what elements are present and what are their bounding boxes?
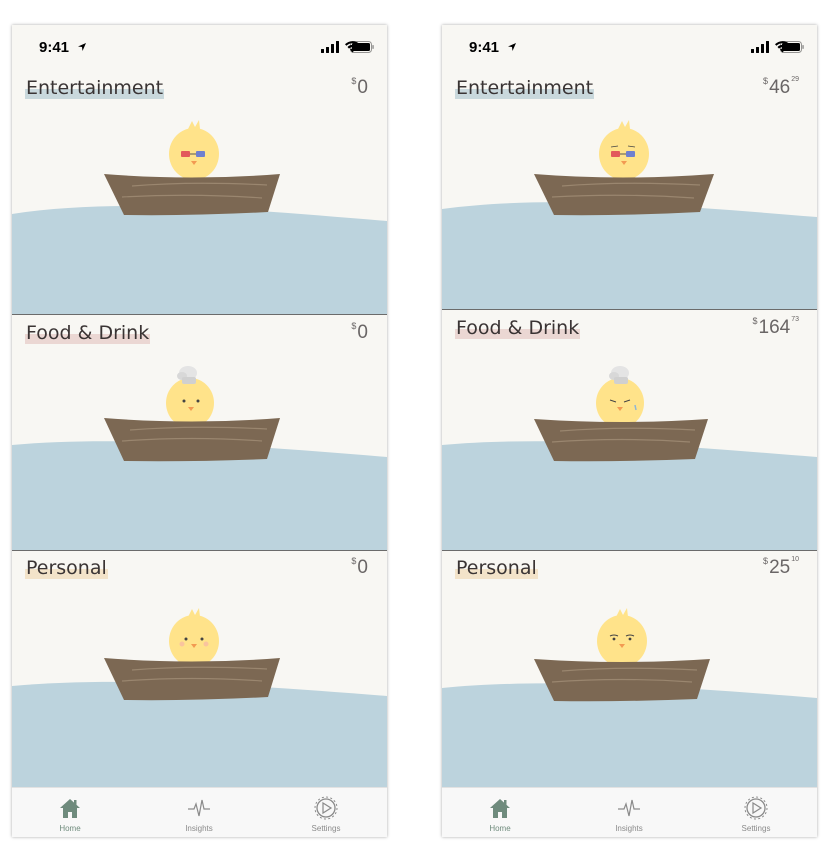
category-title: Personal: [455, 557, 538, 579]
category-title: Entertainment: [25, 77, 165, 99]
amount-dollars: 46: [769, 77, 791, 98]
category-panel-personal[interactable]: Personal $0: [12, 551, 387, 787]
category-panel-entertainment[interactable]: Entertainment $4629: [442, 69, 817, 310]
settings-icon: [744, 796, 768, 820]
phone-screen-right: 9:41 Entertainment $4629 Food & Drink $1…: [442, 25, 817, 837]
currency-symbol: $: [351, 321, 357, 331]
category-title: Personal: [25, 557, 108, 579]
food-drink-scene: [442, 366, 817, 550]
amount-dollars: 0: [357, 557, 368, 578]
battery-icon: [780, 41, 804, 53]
status-time: 9:41: [469, 39, 500, 56]
entertainment-scene: [12, 120, 387, 314]
category-amount: $4629: [763, 76, 799, 99]
amount-cents: 73: [791, 316, 799, 323]
location-arrow-icon: [78, 43, 86, 51]
battery-icon: [350, 41, 374, 53]
pulse-icon: [618, 799, 640, 817]
phone-screen-left: 9:41 Entertainment $0 Food & Drink $0 Pe…: [12, 25, 387, 837]
tab-label: Insights: [185, 824, 213, 833]
tab-bar: Home Insights Settings: [12, 787, 387, 837]
status-time: 9:41: [39, 39, 70, 56]
home-icon: [60, 799, 80, 818]
status-bar: 9:41: [12, 25, 387, 69]
tab-label: Insights: [615, 824, 643, 833]
home-icon: [490, 799, 510, 818]
currency-symbol: $: [752, 316, 758, 326]
category-panel-food-drink[interactable]: Food & Drink $0: [12, 315, 387, 551]
currency-symbol: $: [763, 556, 769, 566]
status-bar: 9:41: [442, 25, 817, 69]
currency-symbol: $: [351, 556, 357, 566]
amount-dollars: 164: [758, 317, 791, 338]
tab-home[interactable]: Home: [30, 788, 110, 837]
category-title: Food & Drink: [25, 322, 151, 344]
currency-symbol: $: [763, 76, 769, 86]
cellular-signal-icon: [321, 41, 339, 53]
category-title: Food & Drink: [455, 317, 581, 339]
tab-insights[interactable]: Insights: [589, 788, 669, 837]
category-amount: $0: [351, 556, 369, 579]
tab-settings[interactable]: Settings: [286, 788, 366, 837]
amount-dollars: 0: [357, 77, 368, 98]
amount-dollars: 25: [769, 557, 791, 578]
tab-insights[interactable]: Insights: [159, 788, 239, 837]
category-amount: $16473: [752, 316, 799, 339]
tab-label: Settings: [741, 824, 771, 833]
tab-settings[interactable]: Settings: [716, 788, 796, 837]
location-arrow-icon: [508, 43, 516, 51]
personal-scene: [12, 608, 387, 787]
currency-symbol: $: [351, 76, 357, 86]
category-amount: $0: [351, 321, 369, 344]
tab-home[interactable]: Home: [460, 788, 540, 837]
category-amount: $0: [351, 76, 369, 99]
settings-icon: [314, 796, 338, 820]
pulse-icon: [188, 799, 210, 817]
food-drink-scene: [12, 366, 387, 550]
personal-scene: [442, 608, 817, 787]
amount-cents: 29: [791, 76, 799, 83]
tab-label: Settings: [311, 824, 341, 833]
tab-label: Home: [59, 824, 81, 833]
category-panel-entertainment[interactable]: Entertainment $0: [12, 69, 387, 315]
entertainment-scene: [442, 120, 817, 309]
category-panel-food-drink[interactable]: Food & Drink $16473: [442, 310, 817, 551]
category-amount: $2510: [763, 556, 799, 579]
amount-dollars: 0: [357, 322, 368, 343]
amount-cents: 10: [791, 556, 799, 563]
tab-label: Home: [489, 824, 511, 833]
tab-bar: Home Insights Settings: [442, 787, 817, 837]
cellular-signal-icon: [751, 41, 769, 53]
category-title: Entertainment: [455, 77, 595, 99]
category-panel-personal[interactable]: Personal $2510: [442, 551, 817, 787]
